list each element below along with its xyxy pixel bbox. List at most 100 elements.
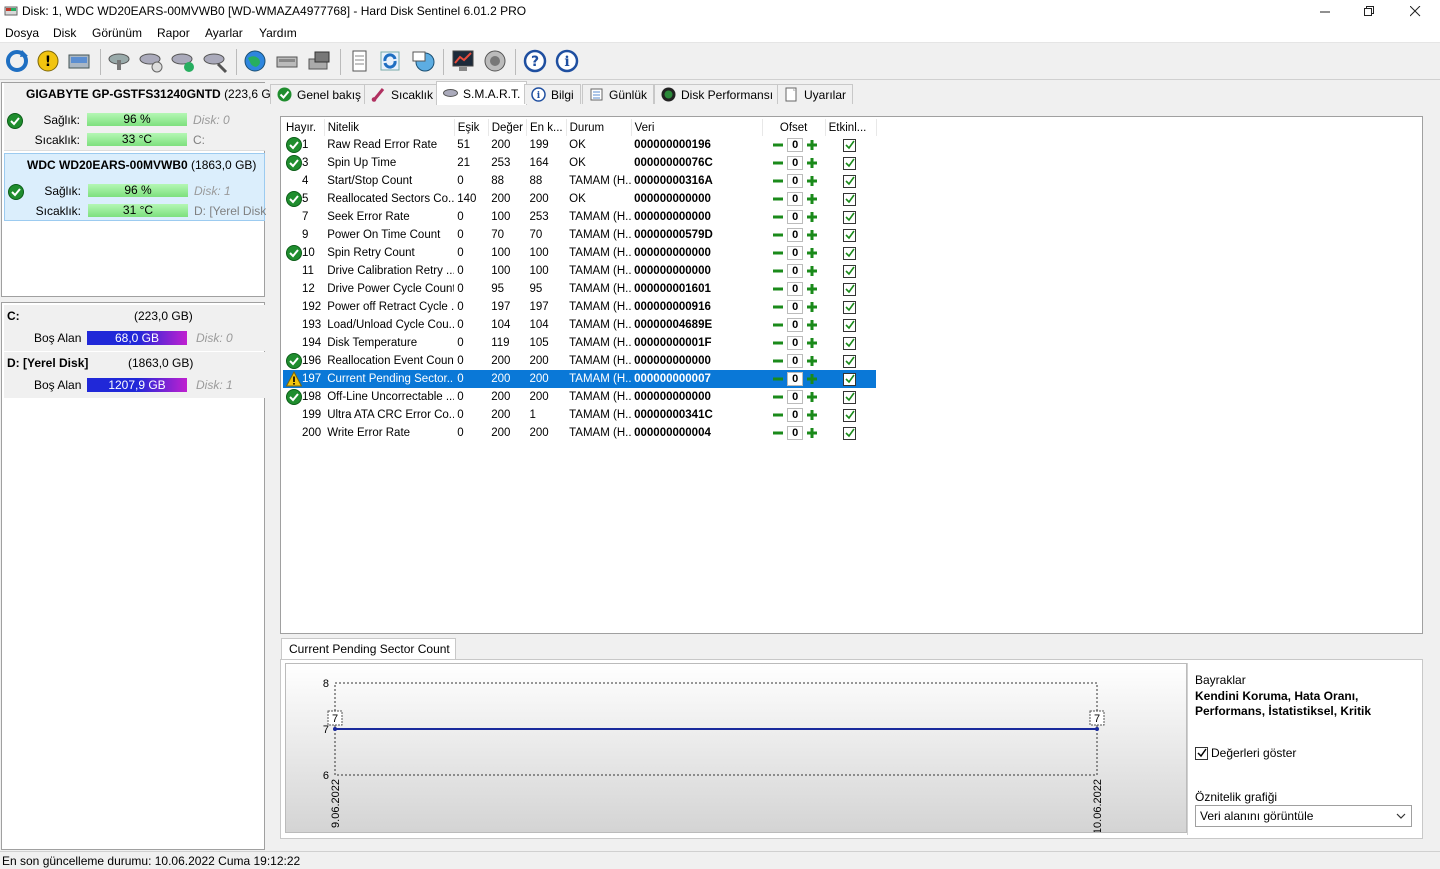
menu-gorunum[interactable]: Görünüm [92, 26, 142, 40]
enabled-checkbox[interactable] [843, 228, 857, 242]
table-row[interactable]: 4 Start/Stop Count 0 88 88 TAMAM (H... 0000000… [283, 172, 876, 190]
graph-attribute-tab[interactable]: Current Pending Sector Count [281, 638, 456, 660]
disk-tool-1-button[interactable] [106, 48, 134, 76]
offset-value[interactable]: 0 [787, 264, 804, 278]
disk-info-button[interactable] [66, 48, 94, 76]
disk-card-0[interactable]: GIGABYTE GP-GSTFS31240GNTD (223,6 GB) Sa… [4, 83, 283, 151]
enabled-checkbox[interactable] [843, 390, 857, 404]
offset-value[interactable]: 0 [787, 282, 804, 296]
volume-card-d[interactable]: D: [Yerel Disk] (1863,0 GB) Boş Alan 120… [4, 352, 265, 398]
offset-increase-button[interactable] [805, 426, 819, 440]
report-button[interactable] [346, 48, 374, 76]
menu-rapor[interactable]: Rapor [157, 26, 190, 40]
volume-card-c[interactable]: C: (223,0 GB) Boş Alan 68,0 GB Disk: 0 [4, 305, 265, 351]
offset-value[interactable]: 0 [787, 174, 804, 188]
offset-decrease-button[interactable] [771, 192, 785, 206]
table-row[interactable]: 7 Seek Error Rate 0 100 253 TAMAM (H... 000000… [283, 208, 876, 226]
table-row[interactable]: 199 Ultra ATA CRC Error Co... 0 200 1 TAMAM (… [283, 406, 876, 424]
offset-increase-button[interactable] [805, 318, 819, 332]
tab-log[interactable]: Günlük [582, 84, 655, 104]
send-report-button[interactable] [410, 48, 438, 76]
help-button[interactable]: ? [522, 48, 550, 76]
tab-info[interactable]: i Bilgi [524, 84, 581, 104]
enabled-checkbox[interactable] [843, 336, 857, 350]
offset-decrease-button[interactable] [771, 264, 785, 278]
offset-increase-button[interactable] [805, 300, 819, 314]
network-button[interactable] [274, 48, 302, 76]
table-row[interactable]: 11 Drive Calibration Retry ... 0 100 100 TAMA… [283, 262, 876, 280]
minimize-button[interactable] [1302, 0, 1348, 23]
enabled-checkbox[interactable] [843, 192, 857, 206]
column-header-threshold[interactable]: Eşik [454, 119, 489, 136]
disk-card-1[interactable]: WDC WD20EARS-00MVWB0 (1863,0 GB) Sağlık:… [4, 153, 266, 221]
column-header-offset[interactable]: Ofset [762, 119, 826, 136]
column-header-attribute[interactable]: Nitelik [324, 119, 455, 136]
offset-increase-button[interactable] [805, 264, 819, 278]
table-row[interactable]: 193 Load/Unload Cycle Cou... 0 104 104 TAMAM … [283, 316, 876, 334]
disk-tool-4-button[interactable] [202, 48, 230, 76]
offset-value[interactable]: 0 [787, 354, 804, 368]
tab-disk-performance[interactable]: Disk Performansı [654, 84, 781, 104]
enabled-checkbox[interactable] [843, 174, 857, 188]
offset-value[interactable]: 0 [787, 390, 804, 404]
offset-increase-button[interactable] [805, 336, 819, 350]
disk-tool-2-button[interactable] [138, 48, 166, 76]
offset-increase-button[interactable] [805, 354, 819, 368]
backup-button[interactable] [306, 48, 334, 76]
offset-decrease-button[interactable] [771, 282, 785, 296]
close-button[interactable] [1392, 0, 1438, 23]
offset-increase-button[interactable] [805, 408, 819, 422]
table-row[interactable]: 9 Power On Time Count 0 70 70 TAMAM (H... 0000… [283, 226, 876, 244]
table-row[interactable]: 197 Current Pending Sector... 0 200 200 TAMAM… [283, 370, 877, 388]
tab-smart[interactable]: S.M.A.R.T. [436, 81, 528, 105]
column-header-data[interactable]: Veri [631, 119, 763, 136]
offset-value[interactable]: 0 [787, 156, 804, 170]
offset-increase-button[interactable] [805, 228, 819, 242]
table-row[interactable]: 198 Off-Line Uncorrectable ... 0 200 200 TAMA… [283, 388, 876, 406]
sound-button[interactable] [482, 48, 510, 76]
menu-yardim[interactable]: Yardım [259, 26, 297, 40]
offset-decrease-button[interactable] [771, 390, 785, 404]
offset-decrease-button[interactable] [771, 228, 785, 242]
offset-decrease-button[interactable] [771, 138, 785, 152]
enabled-checkbox[interactable] [843, 372, 857, 386]
enabled-checkbox[interactable] [843, 408, 857, 422]
offset-value[interactable]: 0 [787, 372, 804, 386]
column-header-id[interactable]: Hayır. [283, 119, 325, 136]
offset-decrease-button[interactable] [771, 156, 785, 170]
offset-increase-button[interactable] [805, 246, 819, 260]
column-header-value[interactable]: Değer [488, 119, 528, 136]
show-values-checkbox[interactable] [1195, 746, 1208, 760]
offset-value[interactable]: 0 [787, 210, 804, 224]
offset-value[interactable]: 0 [787, 426, 804, 440]
web-button[interactable] [242, 48, 270, 76]
offset-increase-button[interactable] [805, 210, 819, 224]
enabled-checkbox[interactable] [843, 318, 857, 332]
disk-tool-3-button[interactable] [170, 48, 198, 76]
table-row[interactable]: 200 Write Error Rate 0 200 200 TAMAM (H... 000… [283, 424, 876, 442]
table-row[interactable]: 192 Power off Retract Cycle ... 0 197 197 TAM… [283, 298, 876, 316]
offset-increase-button[interactable] [805, 282, 819, 296]
table-row[interactable]: 5 Reallocated Sectors Co... 140 200 200 OK 000… [283, 190, 876, 208]
monitor-button[interactable] [450, 48, 478, 76]
table-row[interactable]: 1 Raw Read Error Rate 51 200 199 OK 0000000001… [283, 136, 876, 154]
offset-value[interactable]: 0 [787, 300, 804, 314]
offset-increase-button[interactable] [805, 192, 819, 206]
offset-value[interactable]: 0 [787, 228, 804, 242]
refresh-button[interactable] [4, 48, 32, 76]
offset-decrease-button[interactable] [771, 372, 785, 386]
table-row[interactable]: 196 Reallocation Event Count 0 200 200 TAMAM … [283, 352, 876, 370]
enabled-checkbox[interactable] [843, 300, 857, 314]
table-row[interactable]: 12 Drive Power Cycle Count 0 95 95 TAMAM (H..… [283, 280, 876, 298]
offset-increase-button[interactable] [805, 372, 819, 386]
enabled-checkbox[interactable] [843, 282, 857, 296]
offset-value[interactable]: 0 [787, 246, 804, 260]
offset-decrease-button[interactable] [771, 426, 785, 440]
offset-increase-button[interactable] [805, 156, 819, 170]
offset-increase-button[interactable] [805, 138, 819, 152]
offset-value[interactable]: 0 [787, 192, 804, 206]
offset-increase-button[interactable] [805, 390, 819, 404]
tab-overview[interactable]: Genel bakış [270, 84, 369, 104]
enabled-checkbox[interactable] [843, 138, 857, 152]
offset-value[interactable]: 0 [787, 318, 804, 332]
